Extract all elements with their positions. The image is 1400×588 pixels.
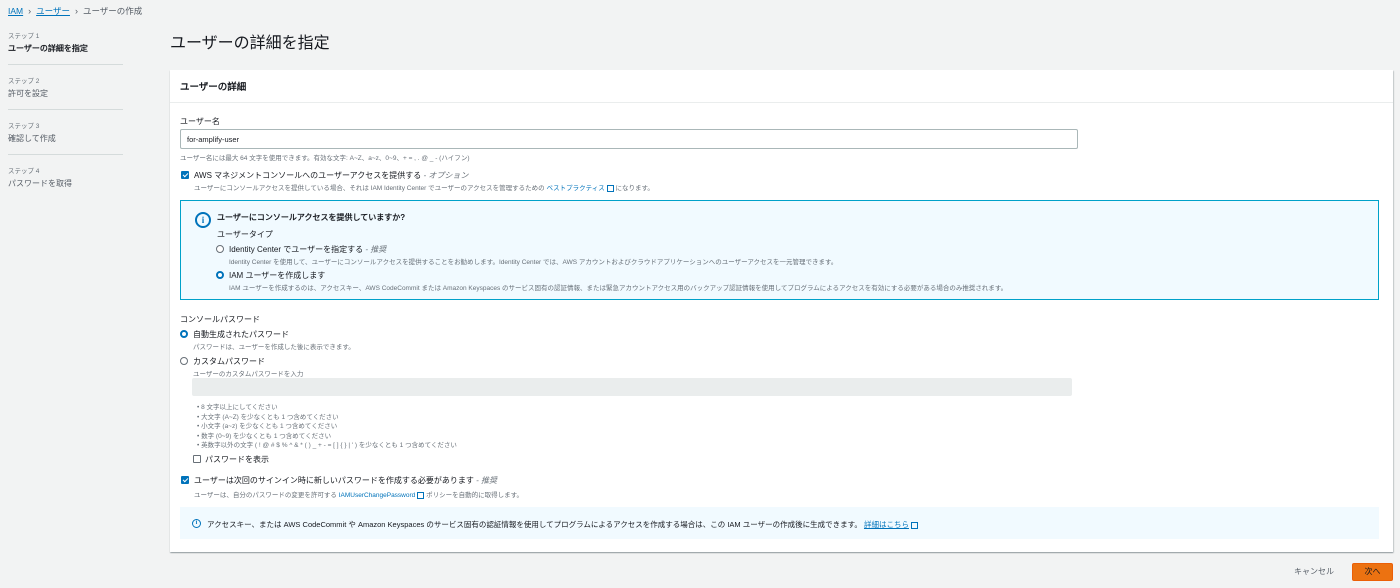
chevron-right-icon: ›	[28, 6, 32, 16]
username-input[interactable]	[180, 129, 1078, 149]
show-password-label: パスワードを表示	[205, 455, 269, 464]
desc-text: ユーザーは、自分のパスワードの変更を許可する	[194, 492, 337, 499]
option-label: Identity Center でユーザーを指定する	[229, 245, 364, 254]
desc-text: ユーザーにコンソールアクセスを提供している場合、それは IAM Identity…	[194, 185, 545, 192]
step-number: ステップ 3	[8, 123, 40, 130]
step-3: ステップ 3 確認して作成	[8, 120, 123, 155]
info-icon: i	[192, 519, 201, 528]
panel-header: ユーザーの詳細	[170, 70, 1393, 103]
identity-center-description: Identity Center を使用して、ユーザーにコンソールアクセスを提供す…	[229, 259, 838, 266]
step-1: ステップ 1 ユーザーの詳細を指定	[8, 30, 123, 65]
require-reset-description: ユーザーは、自分のパスワードの変更を許可する IAMUserChangePass…	[194, 489, 523, 499]
show-password-checkbox[interactable]	[193, 455, 201, 463]
console-access-label-text: AWS マネジメントコンソールへのユーザーアクセスを提供する	[194, 171, 422, 180]
recommended-tag: - 推奨	[365, 245, 387, 254]
breadcrumb-iam-link[interactable]: IAM	[8, 6, 23, 16]
breadcrumb: IAM › ユーザー › ユーザーの作成	[8, 5, 142, 17]
breadcrumb-current: ユーザーの作成	[82, 6, 143, 16]
access-key-info-box: i アクセスキー、または AWS CodeCommit や Amazon Key…	[180, 507, 1379, 539]
step-number: ステップ 1	[8, 33, 40, 40]
password-rule: 小文字 (a~z) を少なくとも 1 つ含めてください	[197, 422, 457, 432]
best-practice-link[interactable]: ベストプラクティス	[546, 185, 604, 192]
username-label: ユーザー名	[180, 117, 220, 126]
username-description: ユーザー名には最大 64 文字を使用できます。有効な文字: A~Z、a~z、0~…	[180, 155, 470, 162]
console-access-label: AWS マネジメントコンソールへのユーザーアクセスを提供する - オプション	[194, 170, 468, 181]
info-question: ユーザーにコンソールアクセスを提供していますか?	[217, 213, 406, 222]
step-title: ユーザーの詳細を指定	[8, 44, 88, 53]
console-access-checkbox[interactable]	[181, 171, 189, 179]
step-4: ステップ 4 パスワードを取得	[8, 165, 123, 199]
auto-password-description: パスワードは、ユーザーを作成した後に表示できます。	[193, 344, 355, 351]
require-reset-checkbox[interactable]	[181, 476, 189, 484]
iam-user-option: IAM ユーザーを作成します	[229, 271, 326, 280]
password-rules: 8 文字以上にしてください 大文字 (A~Z) を少なくとも 1 つ含めてくださ…	[197, 403, 457, 451]
info-icon: i	[195, 212, 211, 228]
custom-password-input[interactable]	[192, 378, 1072, 396]
external-link-icon	[606, 184, 614, 192]
recommended-tag: - 推奨	[476, 476, 497, 485]
chevron-right-icon: ›	[74, 6, 78, 16]
access-key-info: アクセスキー、または AWS CodeCommit や Amazon Keysp…	[207, 519, 918, 530]
identity-center-option: Identity Center でユーザーを指定する - 推奨	[229, 244, 386, 255]
password-rule: 大文字 (A~Z) を少なくとも 1 つ含めてください	[197, 413, 457, 423]
password-rule: 8 文字以上にしてください	[197, 403, 457, 413]
cancel-button[interactable]: キャンセル	[1294, 566, 1334, 577]
step-number: ステップ 4	[8, 168, 40, 175]
next-button[interactable]: 次へ	[1352, 563, 1393, 581]
auto-password-radio[interactable]	[180, 330, 188, 338]
external-link-icon	[910, 521, 918, 529]
step-number: ステップ 2	[8, 78, 40, 85]
require-reset-text: ユーザーは次回のサインイン時に新しいパスワードを作成する必要があります	[194, 476, 474, 485]
step-2: ステップ 2 許可を設定	[8, 75, 123, 110]
iam-user-description: IAM ユーザーを作成するのは、アクセスキー、AWS CodeCommit また…	[229, 285, 1008, 292]
page-title: ユーザーの詳細を指定	[170, 35, 330, 52]
step-title: パスワードを取得	[8, 179, 72, 188]
user-type-info-box: i ユーザーにコンソールアクセスを提供していますか? ユーザータイプ Ident…	[180, 200, 1379, 300]
desc-text: になります。	[615, 185, 654, 192]
user-type-label: ユーザータイプ	[217, 230, 273, 239]
access-key-info-text: アクセスキー、または AWS CodeCommit や Amazon Keysp…	[207, 520, 862, 529]
custom-password-label: カスタムパスワード	[193, 357, 265, 366]
optional-tag: - オプション	[423, 171, 469, 180]
external-link-icon	[417, 491, 425, 499]
breadcrumb-users-link[interactable]: ユーザー	[36, 5, 70, 17]
custom-password-radio[interactable]	[180, 357, 188, 365]
custom-password-description: ユーザーのカスタムパスワードを入力	[193, 371, 304, 378]
console-password-label: コンソールパスワード	[180, 315, 260, 324]
user-details-panel: ユーザーの詳細 ユーザー名 ユーザー名には最大 64 文字を使用できます。有効な…	[170, 70, 1393, 552]
password-rule: 英数字以外の文字 ( ! @ # $ % ^ & * ( ) _ + - = […	[197, 441, 457, 451]
step-title: 許可を設定	[8, 89, 48, 98]
password-rule: 数字 (0~9) を少なくとも 1 つ含めてください	[197, 432, 457, 442]
identity-center-radio[interactable]	[216, 245, 224, 253]
change-password-policy-link[interactable]: IAMUserChangePassword	[339, 492, 416, 499]
auto-password-label: 自動生成されたパスワード	[193, 330, 289, 339]
console-access-description: ユーザーにコンソールアクセスを提供している場合、それは IAM Identity…	[194, 182, 654, 192]
require-reset-label: ユーザーは次回のサインイン時に新しいパスワードを作成する必要があります - 推奨	[194, 475, 497, 486]
iam-user-radio[interactable]	[216, 271, 224, 279]
desc-text: ポリシーを自動的に取得します。	[426, 492, 523, 499]
wizard-steps: ステップ 1 ユーザーの詳細を指定 ステップ 2 許可を設定 ステップ 3 確認…	[8, 30, 123, 209]
step-title: 確認して作成	[8, 134, 56, 143]
learn-more-link[interactable]: 詳細はこちら	[864, 520, 909, 529]
